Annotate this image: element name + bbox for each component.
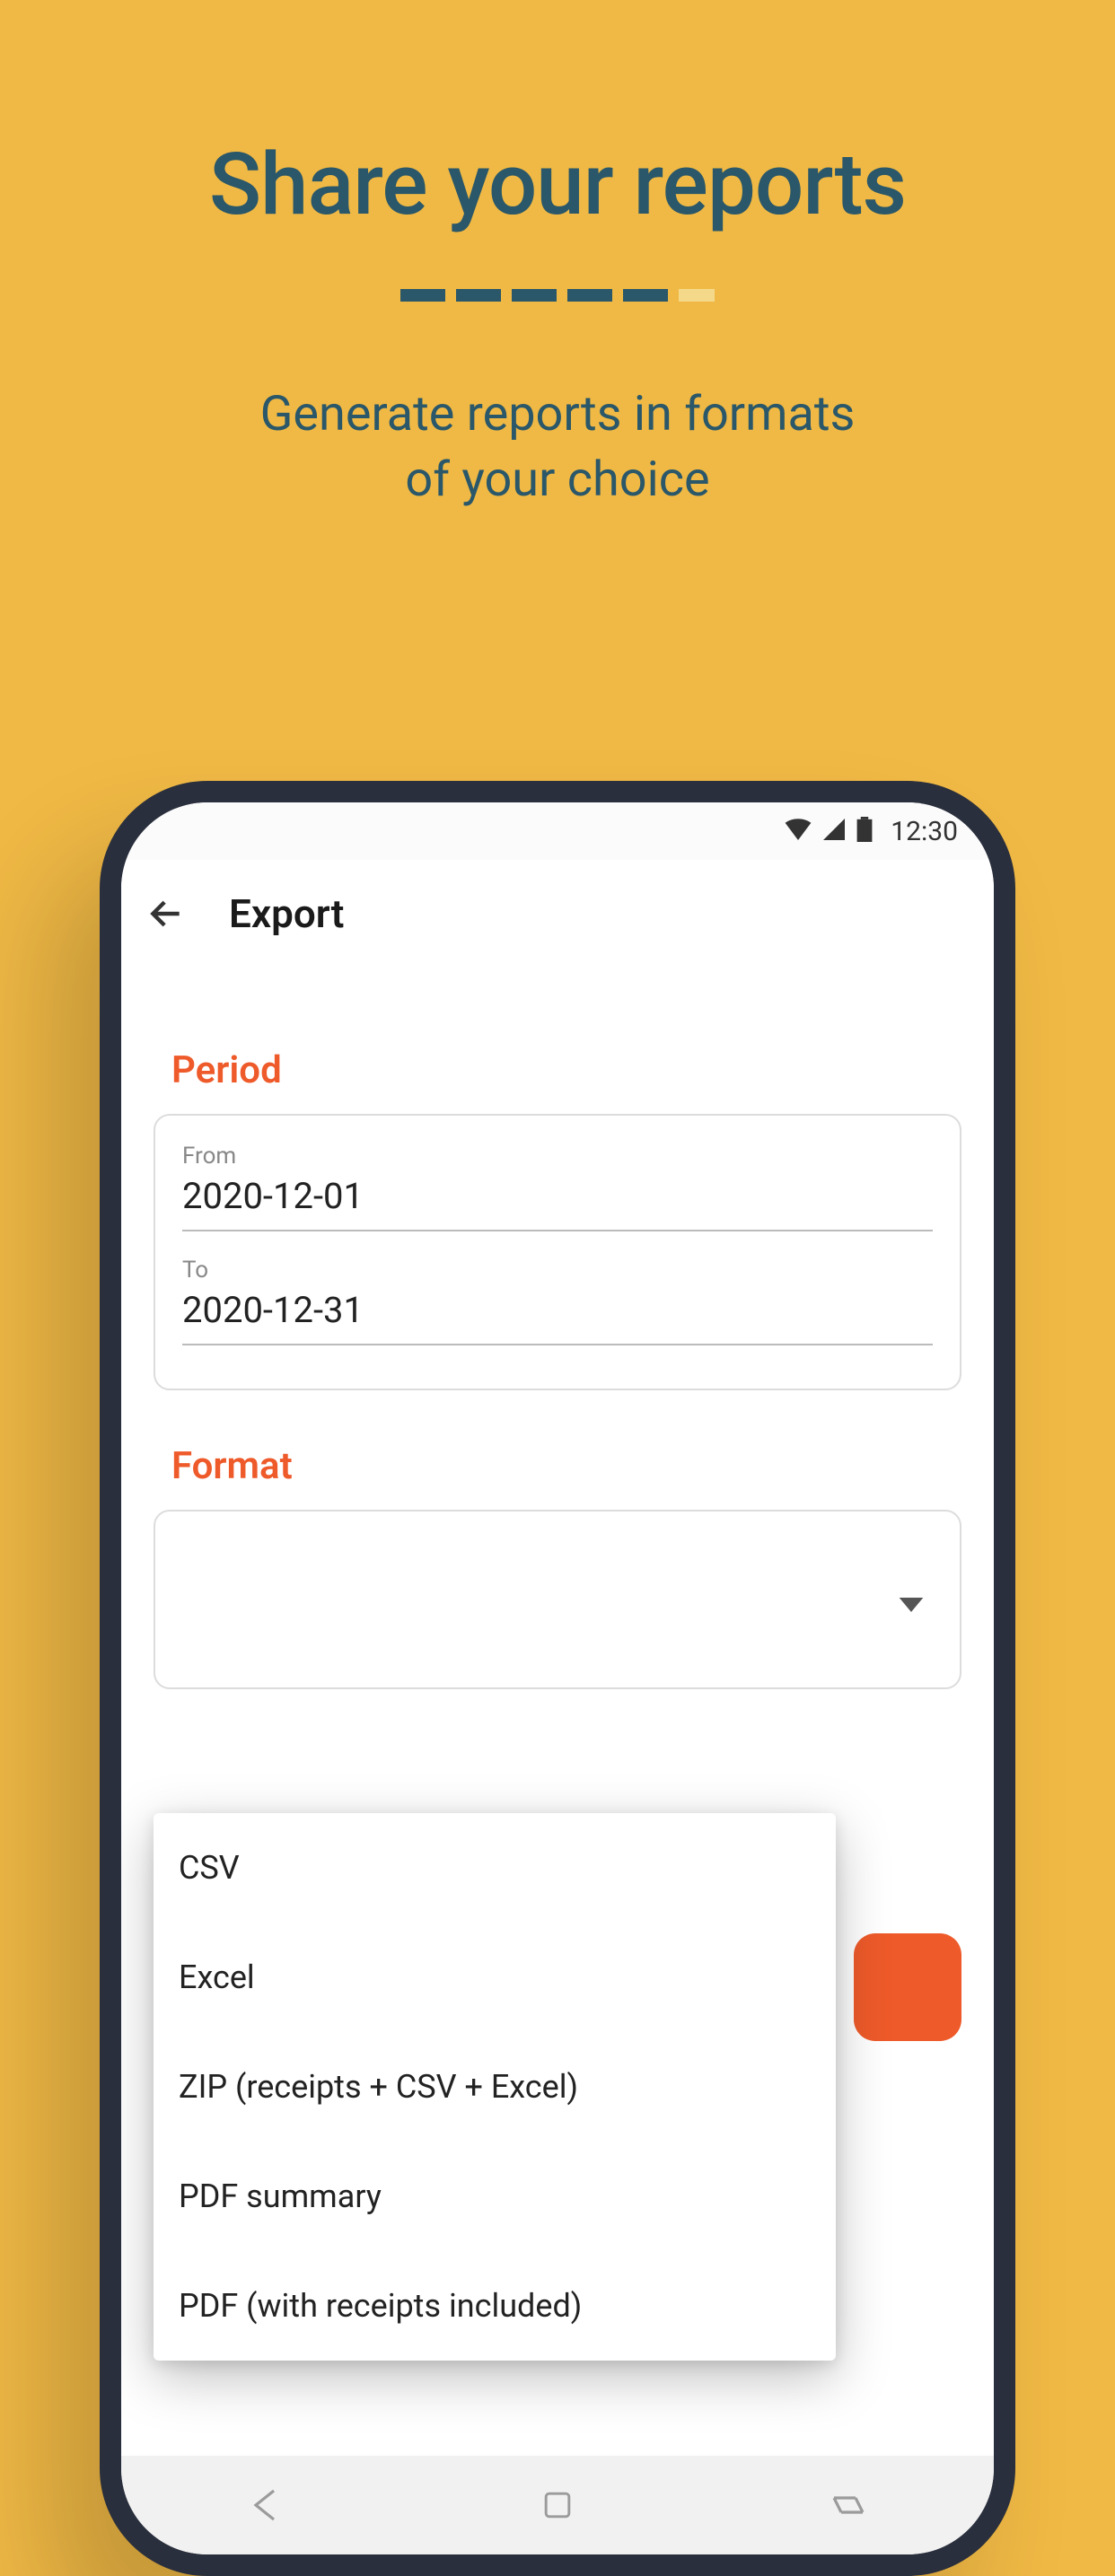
promo-subtitle-line2: of your choice — [405, 451, 709, 508]
from-date-field[interactable]: From 2020-12-01 — [182, 1143, 933, 1231]
cellular-icon — [822, 819, 846, 844]
format-dropdown[interactable] — [154, 1510, 961, 1689]
from-value: 2020-12-01 — [182, 1175, 933, 1231]
period-card: From 2020-12-01 To 2020-12-31 — [154, 1114, 961, 1390]
system-nav-bar — [121, 2456, 994, 2554]
screen-title: Export — [229, 890, 344, 937]
format-option-pdf-receipts[interactable]: PDF (with receipts included) — [154, 2251, 836, 2361]
nav-home-icon[interactable] — [532, 2480, 583, 2530]
nav-back-icon[interactable] — [241, 2480, 292, 2530]
status-bar: 12:30 — [121, 802, 994, 860]
to-label: To — [182, 1257, 933, 1284]
content: Period From 2020-12-01 To 2020-12-31 For… — [121, 968, 994, 1689]
format-section-label: Format — [171, 1444, 961, 1488]
period-section-label: Period — [171, 1048, 961, 1092]
export-button[interactable] — [854, 1933, 961, 2041]
to-value: 2020-12-31 — [182, 1289, 933, 1345]
to-date-field[interactable]: To 2020-12-31 — [182, 1257, 933, 1345]
format-option-pdf-summary[interactable]: PDF summary — [154, 2142, 836, 2251]
status-time: 12:30 — [891, 816, 958, 847]
battery-icon — [856, 817, 873, 846]
promo-title: Share your reports — [0, 135, 1115, 235]
wifi-icon — [785, 819, 812, 844]
promo-subtitle-line1: Generate reports in formats — [260, 386, 856, 442]
phone-frame: 12:30 Export Period From 2020-12-01 To 2… — [100, 781, 1015, 2576]
app-bar: Export — [121, 860, 994, 968]
promo-subtitle: Generate reports in formats of your choi… — [0, 382, 1115, 513]
format-option-csv[interactable]: CSV — [154, 1813, 836, 1923]
phone-screen: 12:30 Export Period From 2020-12-01 To 2… — [121, 802, 994, 2554]
title-underline — [0, 289, 1115, 302]
format-dropdown-menu: CSV Excel ZIP (receipts + CSV + Excel) P… — [154, 1813, 836, 2361]
chevron-down-icon — [899, 1598, 924, 1616]
format-option-zip[interactable]: ZIP (receipts + CSV + Excel) — [154, 2032, 836, 2142]
format-option-excel[interactable]: Excel — [154, 1923, 836, 2032]
back-button[interactable] — [146, 894, 186, 933]
from-label: From — [182, 1143, 933, 1170]
nav-recent-icon[interactable] — [823, 2480, 874, 2530]
